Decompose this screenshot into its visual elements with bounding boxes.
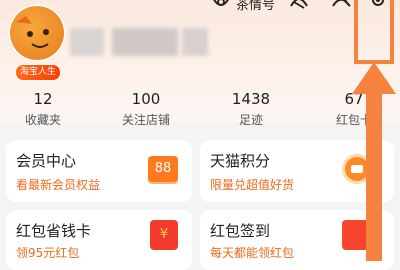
stat-followed-shops[interactable]: 100 关注店铺: [116, 90, 176, 128]
leaf-icon[interactable]: [288, 0, 310, 20]
card-member-center-subtitle: 看最新会员权益: [16, 178, 101, 192]
tea-icon[interactable]: [210, 0, 232, 20]
stat-followed-shops-label: 关注店铺: [121, 113, 170, 127]
stat-favorites-label: 收藏夹: [24, 113, 61, 127]
pointer-arrow-icon: [352, 62, 396, 261]
card-red-packet-savings[interactable]: 红包省钱卡 领95元红包 ¥: [6, 210, 192, 270]
stat-footprints[interactable]: 1438 足迹: [226, 90, 276, 128]
card-tmall-points-subtitle: 限量兑超值好货: [210, 178, 295, 192]
blurred-username: [70, 28, 104, 56]
card-tmall-points-title: 天猫积分: [210, 152, 271, 170]
card-red-packet-checkin-subtitle: 每天都能领红包: [210, 246, 295, 260]
card-red-packet-savings-subtitle: 领95元红包: [16, 246, 80, 260]
card-red-packet-checkin-title: 红包签到: [210, 222, 271, 240]
member-88-icon: 88: [148, 156, 178, 182]
highlight-box: [354, 0, 394, 64]
red-envelope-icon: ¥: [150, 220, 178, 250]
stat-footprints-label: 足迹: [238, 113, 263, 127]
card-member-center[interactable]: 会员中心 看最新会员权益 88: [6, 140, 192, 202]
stat-favorites-value: 12: [33, 90, 53, 108]
blurred-username-2: [112, 28, 178, 56]
user-plus-icon[interactable]: [330, 0, 352, 20]
stat-footprints-value: 1438: [231, 90, 271, 108]
blurred-username-3: [182, 28, 208, 56]
avatar[interactable]: [8, 4, 66, 62]
card-member-center-title: 会员中心: [16, 152, 77, 170]
stat-favorites[interactable]: 12 收藏夹: [18, 90, 68, 128]
avatar-badge: 淘宝人生: [15, 64, 62, 81]
top-link-label[interactable]: 茶情号: [236, 0, 275, 13]
stat-followed-shops-value: 100: [131, 90, 161, 108]
avatar-character-icon: [16, 16, 49, 48]
card-red-packet-savings-title: 红包省钱卡: [16, 222, 92, 240]
